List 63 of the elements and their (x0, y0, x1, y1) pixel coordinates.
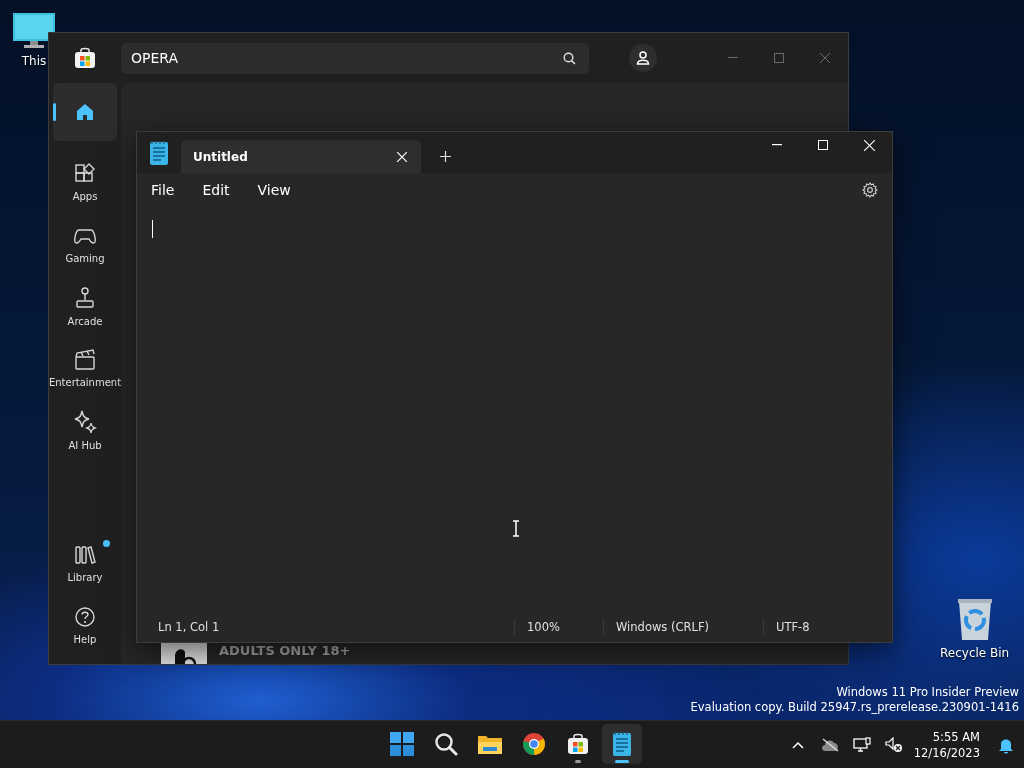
nav-item[interactable]: Arcade (50, 275, 120, 337)
build-info-text: Evaluation copy. Build 25947.rs_prerelease.230901-1416 (690, 700, 1019, 715)
nav-item[interactable] (53, 83, 117, 141)
chevron-up-icon[interactable] (791, 741, 804, 749)
status-text: UTF-8 (763, 619, 892, 635)
nav-item[interactable]: Help (50, 594, 120, 656)
status-text: Windows (CRLF) (603, 619, 763, 635)
speaker-muted-icon[interactable] (884, 737, 903, 753)
nav-item[interactable]: Library (50, 532, 120, 594)
maximize-icon (774, 53, 784, 63)
maximize-icon (818, 140, 828, 150)
clock-time: 5:55 AM (932, 729, 980, 745)
recycle-bin-icon (955, 598, 994, 642)
nav-item[interactable]: AI Hub (50, 399, 120, 461)
nav-item[interactable]: Apps (50, 151, 120, 213)
network-icon[interactable] (852, 737, 871, 753)
status-text: 100% (514, 619, 603, 635)
joystick-icon (74, 285, 96, 310)
shopping-bag-icon (73, 46, 97, 70)
apps-icon (74, 162, 96, 185)
home-icon (74, 101, 96, 123)
minimize-icon (772, 144, 782, 146)
plus-icon (439, 151, 451, 162)
menu-item[interactable]: Edit (196, 177, 236, 202)
cloud-off-icon[interactable] (819, 738, 840, 752)
folder-icon (477, 733, 503, 755)
minimize-icon (728, 57, 738, 59)
clock-date: 12/16/2023 (913, 745, 980, 761)
desktop-icon-label[interactable]: This (21, 54, 47, 68)
browser-logo-icon (522, 732, 546, 756)
monitor-icon (12, 12, 56, 50)
nav-item[interactable]: Entertainment (50, 337, 120, 399)
document-tab[interactable]: Untitled (181, 140, 421, 173)
clapperboard-icon (74, 348, 96, 371)
search-icon (434, 732, 458, 756)
status-text: Ln 1, Col 1 (157, 619, 221, 635)
notepad-icon (149, 139, 169, 166)
menu-item[interactable]: View (251, 177, 297, 202)
clock[interactable]: 5:55 AM 12/16/2023 (909, 729, 988, 761)
profile-button[interactable] (629, 44, 657, 72)
desktop-icon-label[interactable]: Recycle Bin (940, 646, 1010, 660)
search-field[interactable]: OPERA (121, 42, 589, 74)
close-icon[interactable] (397, 151, 407, 162)
person-icon (636, 51, 650, 65)
text-cursor-icon (512, 520, 520, 537)
menu-item[interactable]: File (145, 177, 181, 202)
nav-item[interactable]: Gaming (50, 213, 120, 275)
age-rating-label: ADULTS ONLY 18+ (219, 643, 351, 658)
taskbar-button[interactable] (602, 724, 642, 764)
sparkle-icon (73, 409, 97, 434)
windows-logo-icon (390, 732, 414, 756)
running-indicator (575, 760, 581, 763)
close-icon (863, 139, 875, 151)
close-icon (820, 53, 830, 63)
shopping-bag-icon (566, 732, 590, 756)
help-icon (74, 605, 96, 628)
books-icon (74, 543, 96, 566)
search-icon (563, 51, 576, 65)
settings-icon[interactable] (862, 181, 878, 198)
notepad-icon (612, 731, 632, 757)
text-caret (152, 220, 153, 238)
running-indicator (615, 760, 629, 763)
build-info-text: Windows 11 Pro Insider Preview (836, 685, 1019, 700)
